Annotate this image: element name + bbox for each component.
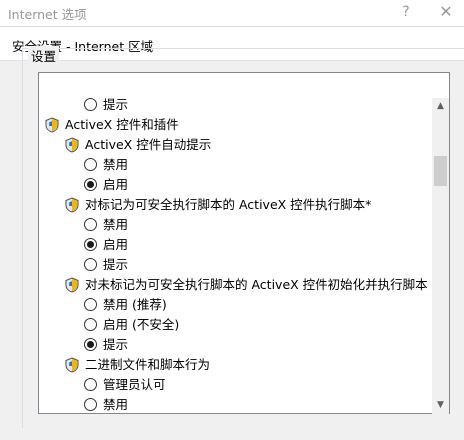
radio-unselected-icon[interactable] <box>84 258 97 271</box>
setting-label[interactable]: 启用 (不安全) <box>103 315 179 335</box>
shield-icon <box>65 197 79 213</box>
radio-unselected-icon[interactable] <box>84 98 97 111</box>
scroll-thumb[interactable] <box>434 156 447 186</box>
shield-icon <box>65 277 79 293</box>
scroll-down-arrow-icon[interactable]: ▼ <box>432 397 449 414</box>
radio-unselected-icon[interactable] <box>84 298 97 311</box>
setting-label: 对标记为可安全执行脚本的 ActiveX 控件执行脚本* <box>85 197 372 212</box>
radio-selected-icon[interactable] <box>84 238 97 251</box>
scroll-up-arrow-icon[interactable]: ▲ <box>432 98 449 115</box>
settings-group-label: 设置 <box>28 46 60 65</box>
settings-group-item: ActiveX 控件自动提示 <box>39 135 431 155</box>
help-button[interactable]: ? <box>396 2 416 22</box>
settings-category: ActiveX 控件和插件 <box>39 115 431 135</box>
setting-label[interactable]: 禁用 <box>103 395 128 413</box>
radio-unselected-icon[interactable] <box>84 318 97 331</box>
radio-option[interactable]: 禁用 (推荐) <box>39 295 431 315</box>
radio-option[interactable]: 启用 (不安全) <box>39 315 431 335</box>
outer-window-titlebar: Internet 选项 ? ✕ <box>0 0 464 26</box>
radio-option[interactable]: 启用 <box>39 235 431 255</box>
radio-option[interactable]: 提示 <box>39 335 431 355</box>
setting-label[interactable]: 禁用 <box>103 155 128 175</box>
radio-selected-icon[interactable] <box>84 178 97 191</box>
setting-label: ActiveX 控件和插件 <box>65 117 179 132</box>
radio-option[interactable]: 提示 <box>39 95 431 115</box>
setting-label[interactable]: 禁用 <box>103 215 128 235</box>
radio-option[interactable]: 禁用 <box>39 395 431 413</box>
setting-label: 对未标记为可安全执行脚本的 ActiveX 控件初始化并执行脚本 <box>85 277 428 292</box>
radio-option[interactable]: 禁用 <box>39 155 431 175</box>
radio-option[interactable]: 管理员认可 <box>39 375 431 395</box>
setting-label[interactable]: 启用 <box>103 235 128 255</box>
radio-unselected-icon[interactable] <box>84 158 97 171</box>
setting-label[interactable]: 提示 <box>103 335 128 355</box>
settings-group-item: 对未标记为可安全执行脚本的 ActiveX 控件初始化并执行脚本 <box>39 275 431 295</box>
radio-option[interactable]: 禁用 <box>39 215 431 235</box>
settings-tree-list[interactable]: 提示 ActiveX 控件和插件 ActiveX 控件自动提示 禁用 启用 对标记为可安全… <box>38 72 450 414</box>
radio-option[interactable]: 提示 <box>39 255 431 275</box>
setting-label[interactable]: 启用 <box>103 175 128 195</box>
settings-group-item: 对标记为可安全执行脚本的 ActiveX 控件执行脚本* <box>39 195 431 215</box>
radio-unselected-icon[interactable] <box>84 398 97 411</box>
setting-label[interactable]: 禁用 (推荐) <box>103 295 167 315</box>
outer-window-title: Internet 选项 <box>8 7 87 22</box>
shield-icon <box>45 117 59 133</box>
shield-icon <box>65 357 79 373</box>
radio-option[interactable]: 启用 <box>39 175 431 195</box>
close-button[interactable]: ✕ <box>436 2 456 22</box>
vertical-scrollbar[interactable]: ▲ ▼ <box>432 98 449 414</box>
setting-label[interactable]: 管理员认可 <box>103 375 166 395</box>
radio-unselected-icon[interactable] <box>84 378 97 391</box>
setting-label[interactable]: 提示 <box>103 255 128 275</box>
setting-label: 二进制文件和脚本行为 <box>85 357 211 372</box>
radio-unselected-icon[interactable] <box>84 218 97 231</box>
settings-group-item: 二进制文件和脚本行为 <box>39 355 431 375</box>
setting-label: ActiveX 控件自动提示 <box>85 137 212 152</box>
radio-selected-icon[interactable] <box>84 338 97 351</box>
shield-icon <box>65 137 79 153</box>
setting-label[interactable]: 提示 <box>103 95 128 115</box>
